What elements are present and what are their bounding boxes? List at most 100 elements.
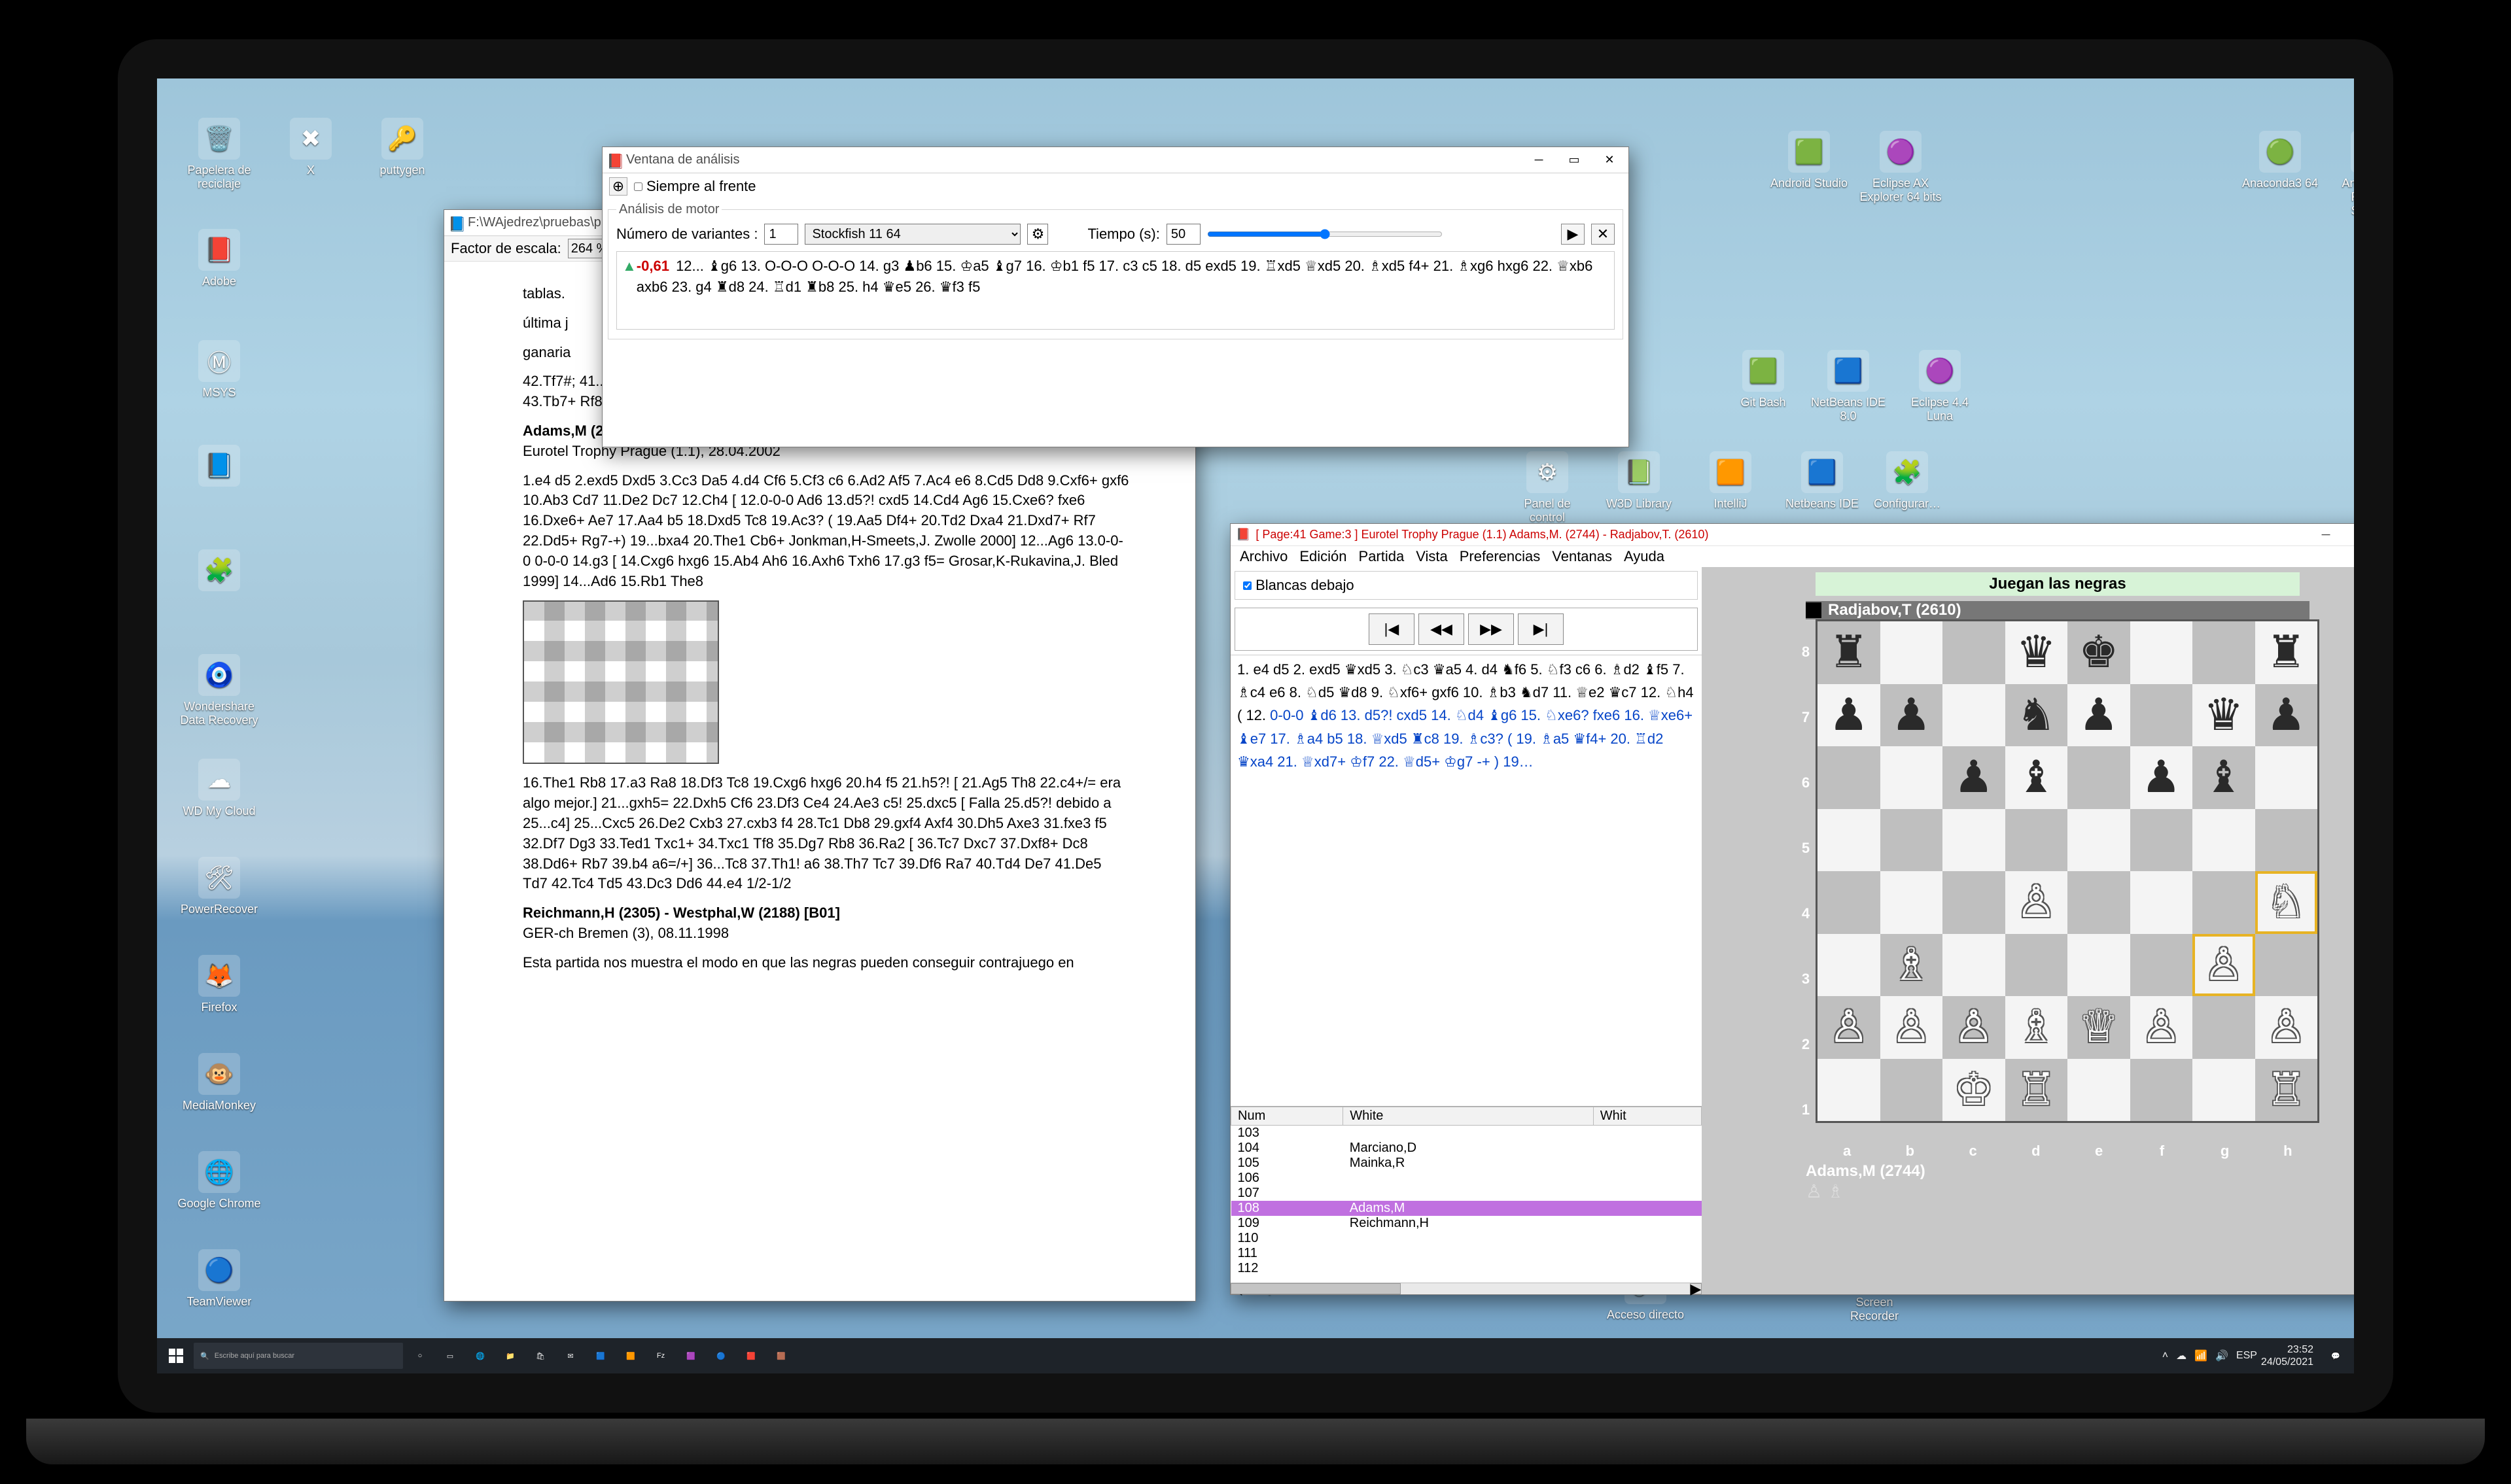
tray-cloud-icon[interactable]: ☁ <box>2176 1349 2186 1362</box>
square-f4[interactable] <box>2130 871 2193 934</box>
square-h8[interactable]: ♜ <box>2255 621 2318 684</box>
black-k-piece[interactable]: ♚ <box>2079 627 2118 678</box>
desktop-icon[interactable]: 🔵TeamViewer <box>177 1249 262 1309</box>
table-row[interactable]: 106 <box>1231 1171 1702 1186</box>
desktop-icon[interactable]: ☁WD My Cloud <box>177 759 262 818</box>
time-slider[interactable] <box>1207 232 1443 237</box>
square-a6[interactable] <box>1817 746 1880 809</box>
table-row[interactable]: 109Reichmann,H <box>1231 1216 1702 1231</box>
task-store[interactable]: 🛍 <box>527 1343 553 1369</box>
table-row[interactable]: 112 <box>1231 1261 1702 1276</box>
close-button[interactable]: ✕ <box>1594 150 1624 171</box>
maximize-button[interactable]: ▭ <box>1559 150 1589 171</box>
black-p-piece[interactable]: ♟ <box>2266 689 2306 741</box>
task-app4[interactable]: 🟥 <box>738 1343 764 1369</box>
square-e5[interactable] <box>2067 809 2130 872</box>
black-p-piece[interactable]: ♟ <box>1891 689 1931 741</box>
desktop-icon[interactable]: 🗑️Papelera de reciclaje <box>177 118 262 191</box>
minimize-button[interactable]: ─ <box>1524 150 1554 171</box>
black-r-piece[interactable]: ♜ <box>2266 627 2306 678</box>
square-d6[interactable]: ♝ <box>2005 746 2068 809</box>
square-c1[interactable]: ♔ <box>1942 1059 2005 1122</box>
vcr-fwd-button[interactable]: ▶▶ <box>1468 613 1514 645</box>
menu-ayuda[interactable]: Ayuda <box>1619 545 1670 568</box>
square-h4[interactable]: ♘ <box>2255 871 2318 934</box>
square-c8[interactable] <box>1942 621 2005 684</box>
chess-board[interactable]: ♜♛♚♜♟♟♞♟♛♟♟♝♟♝♙♘♗♙♙♙♙♗♕♙♙♔♖♖ <box>1816 619 2319 1123</box>
square-g7[interactable]: ♛ <box>2192 684 2255 747</box>
square-d3[interactable] <box>2005 934 2068 997</box>
square-d8[interactable]: ♛ <box>2005 621 2068 684</box>
desktop-icon[interactable]: 📘 <box>177 445 262 491</box>
square-f2[interactable]: ♙ <box>2130 996 2193 1059</box>
square-f6[interactable]: ♟ <box>2130 746 2193 809</box>
table-header[interactable]: White <box>1343 1107 1593 1126</box>
variants-input[interactable] <box>764 224 798 245</box>
square-e1[interactable] <box>2067 1059 2130 1122</box>
table-row[interactable]: 105Mainka,R <box>1231 1156 1702 1171</box>
desktop-icon[interactable]: ⚙Panel de control <box>1505 451 1590 525</box>
variation-link[interactable]: 0-0-0 ♝d6 13. d5?! cxd5 14. ♘d4 ♝g6 15. … <box>1237 707 1693 769</box>
task-app2[interactable]: 🟧 <box>618 1343 644 1369</box>
vcr-last-button[interactable]: ▶| <box>1518 613 1564 645</box>
table-header[interactable]: Num <box>1231 1107 1343 1126</box>
analysis-titlebar[interactable]: 📕 Ventana de análisis ─ ▭ ✕ <box>603 147 1628 173</box>
table-row[interactable]: 103 <box>1231 1126 1702 1141</box>
white-p-piece[interactable]: ♙ <box>1954 1001 1993 1053</box>
cortana-button[interactable]: ○ <box>407 1343 433 1369</box>
square-b5[interactable] <box>1880 809 1943 872</box>
desktop-icon[interactable]: 🟣Eclipse AX Explorer 64 bits <box>1858 131 1943 204</box>
desktop-icon[interactable]: 🟢Anaconda3 64 <box>2238 131 2323 190</box>
square-g5[interactable] <box>2192 809 2255 872</box>
desktop-icon[interactable]: 📗W3D Library <box>1596 451 1681 511</box>
table-row[interactable]: 104Marciano,D <box>1231 1141 1702 1156</box>
square-e7[interactable]: ♟ <box>2067 684 2130 747</box>
system-tray[interactable]: ˄ ☁ 📶 🔊 ESP <box>2162 1349 2257 1362</box>
desktop-icon[interactable]: 🟩Git Bash <box>1721 350 1806 409</box>
square-a7[interactable]: ♟ <box>1817 684 1880 747</box>
square-g4[interactable] <box>2192 871 2255 934</box>
tray-volume-icon[interactable]: 🔊 <box>2215 1349 2228 1362</box>
desktop-icon[interactable]: 🌐Google Chrome <box>177 1151 262 1211</box>
task-mail[interactable]: ✉ <box>557 1343 584 1369</box>
desktop-icon[interactable]: 🧩 <box>177 549 262 595</box>
desktop-icon[interactable]: 🟦NetBeans IDE 8.0 <box>1806 350 1891 423</box>
engine-stop-button[interactable]: ✕ <box>1591 224 1615 245</box>
square-b3[interactable]: ♗ <box>1880 934 1943 997</box>
square-h1[interactable]: ♖ <box>2255 1059 2318 1122</box>
task-app1[interactable]: 🟦 <box>588 1343 614 1369</box>
tray-wifi-icon[interactable]: 📶 <box>2194 1349 2207 1362</box>
square-d1[interactable]: ♖ <box>2005 1059 2068 1122</box>
square-g8[interactable] <box>2192 621 2255 684</box>
square-f5[interactable] <box>2130 809 2193 872</box>
white-k-piece[interactable]: ♔ <box>1954 1064 1993 1116</box>
black-b-piece[interactable]: ♝ <box>2204 751 2243 803</box>
square-b6[interactable] <box>1880 746 1943 809</box>
notifications-button[interactable]: 💬 <box>2323 1343 2349 1369</box>
square-d4[interactable]: ♙ <box>2005 871 2068 934</box>
square-e8[interactable]: ♚ <box>2067 621 2130 684</box>
square-c7[interactable] <box>1942 684 2005 747</box>
square-d2[interactable]: ♗ <box>2005 996 2068 1059</box>
menu-ventanas[interactable]: Ventanas <box>1547 545 1617 568</box>
black-n-piece[interactable]: ♞ <box>2016 689 2056 741</box>
start-button[interactable] <box>162 1342 190 1370</box>
white-p-piece[interactable]: ♙ <box>2141 1001 2181 1053</box>
white-p-piece[interactable]: ♙ <box>2266 1001 2306 1053</box>
square-e3[interactable] <box>2067 934 2130 997</box>
black-q-piece[interactable]: ♛ <box>2204 689 2243 741</box>
games-table-hscroll[interactable]: ◀ ▶ <box>1231 1283 1702 1294</box>
black-p-piece[interactable]: ♟ <box>2141 751 2181 803</box>
task-edge[interactable]: 🌐 <box>467 1343 493 1369</box>
add-engine-button[interactable]: ⊕ <box>609 177 627 196</box>
vcr-first-button[interactable]: |◀ <box>1369 613 1414 645</box>
white-r-piece[interactable]: ♖ <box>2266 1064 2306 1116</box>
menu-preferencias[interactable]: Preferencias <box>1454 545 1546 568</box>
desktop-icon[interactable]: 🟢Anaconda3 Remote Support <box>2329 131 2354 218</box>
square-b4[interactable] <box>1880 871 1943 934</box>
square-b8[interactable] <box>1880 621 1943 684</box>
black-p-piece[interactable]: ♟ <box>1829 689 1869 741</box>
square-a4[interactable] <box>1817 871 1880 934</box>
menu-archivo[interactable]: Archivo <box>1235 545 1293 568</box>
white-r-piece[interactable]: ♖ <box>2016 1064 2056 1116</box>
